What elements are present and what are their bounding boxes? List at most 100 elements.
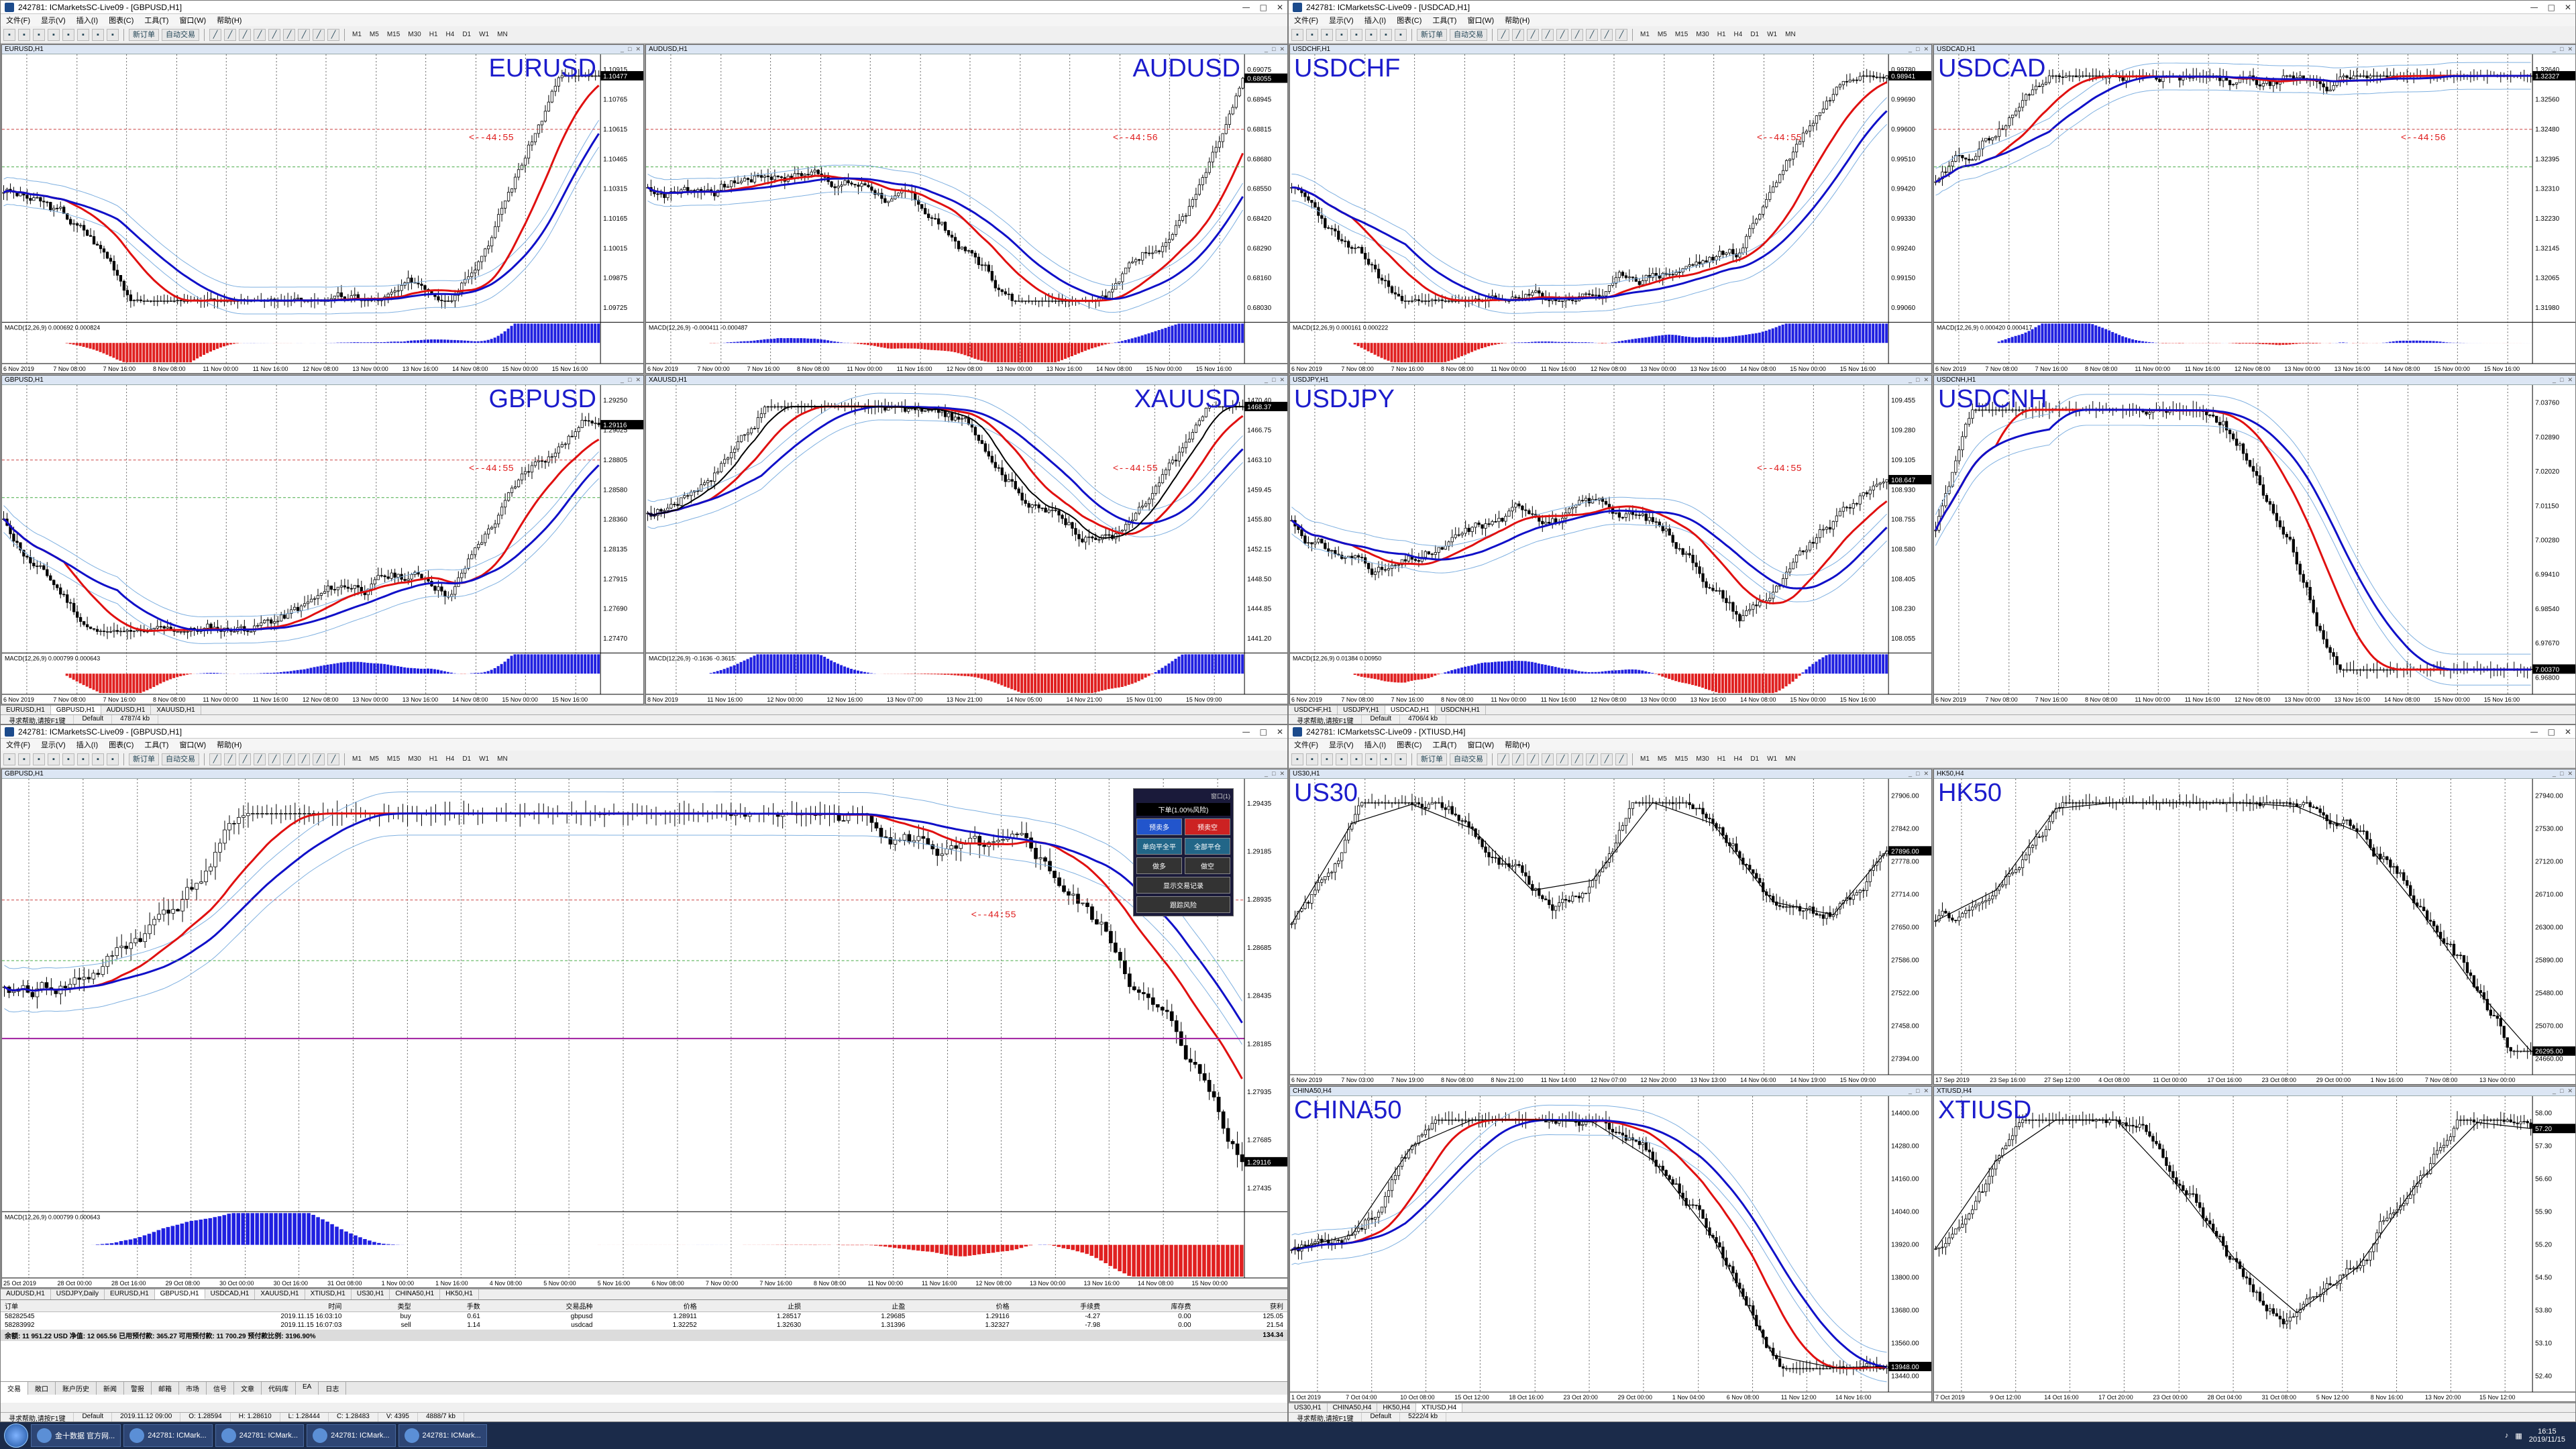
timeframe-button[interactable]: D1 [1748,31,1762,38]
channel-icon[interactable]: ╱ [283,28,295,41]
profiles-icon[interactable]: ▪ [1321,28,1333,41]
chart-pane[interactable]: USDCHF,H1 _ □ ✕ <--44:55 0.99780 0.99690 0.9960… [1289,44,1932,374]
menu-item[interactable]: 显示(V) [41,739,66,750]
arrow-icon[interactable]: ╱ [327,753,339,765]
timeframe-button[interactable]: MN [1782,31,1799,38]
menu-item[interactable]: 图表(C) [109,739,133,750]
trendline-icon[interactable]: ╱ [268,753,280,765]
hline-icon[interactable]: ╱ [1542,28,1554,41]
channel-icon[interactable]: ╱ [1571,28,1583,41]
timeframe-button[interactable]: H4 [443,755,458,763]
open-icon[interactable]: ▪ [18,753,30,765]
minimize-icon[interactable]: — [2530,3,2538,12]
timeframe-button[interactable]: M30 [405,31,423,38]
profiles-icon[interactable]: ▪ [33,753,45,765]
crosshair-icon[interactable]: ╱ [224,28,236,41]
timeframe-button[interactable]: H1 [1715,31,1729,38]
timeframe-button[interactable]: D1 [460,755,474,763]
terminal-icon[interactable]: ▪ [1380,28,1392,41]
chart-pane[interactable]: AUDUSD,H1 _ □ ✕ <--44:56 0.69075 0.68945 0.6881… [645,44,1287,374]
timeframe-button[interactable]: M1 [1638,31,1652,38]
maximize-icon[interactable]: □ [628,376,631,384]
menu-item[interactable]: 工具(T) [144,15,168,25]
text-icon[interactable]: ╱ [1601,28,1613,41]
menu-item[interactable]: 工具(T) [1432,15,1456,25]
minimize-icon[interactable]: — [1242,3,1250,12]
maximize-icon[interactable]: □ [1916,376,1919,384]
close-icon[interactable]: ✕ [1279,770,1285,777]
fibo-icon[interactable]: ╱ [1586,28,1598,41]
market-watch-icon[interactable]: ▪ [62,28,74,41]
chart-pane[interactable]: GBPUSD,H1 _ □ ✕ <--44:55 1.29435 1.29185 1.2893… [1,769,1287,1288]
maximize-icon[interactable]: □ [1260,3,1267,12]
menu-item[interactable]: 帮助(H) [217,15,241,25]
tester-icon[interactable]: ▪ [1395,28,1407,41]
new-chart-icon[interactable]: ▪ [1291,28,1303,41]
maximize-icon[interactable]: □ [2548,3,2555,12]
close-icon[interactable]: ✕ [1279,376,1285,384]
arrow-icon[interactable]: ╱ [327,28,339,41]
minimize-icon[interactable]: — [1242,727,1250,737]
chart-pane[interactable]: EURUSD,H1 _ □ ✕ <--44:55 1.10915 1.10765 1.1061… [1,44,644,374]
zoom-icon[interactable]: ▪ [1336,28,1348,41]
chart-pane[interactable]: USDCNH,H1 _ □ ✕ 7.03760 7.02890 7.02020 7.01150… [1933,375,2575,704]
open-icon[interactable]: ▪ [18,28,30,41]
timeframe-button[interactable]: M30 [1693,31,1711,38]
close-icon[interactable]: ✕ [2567,46,2573,53]
menu-item[interactable]: 帮助(H) [217,739,241,750]
menu-item[interactable]: 插入(I) [76,15,98,25]
terminal-icon[interactable]: ▪ [92,753,104,765]
hline-icon[interactable]: ╱ [254,753,266,765]
market-watch-icon[interactable]: ▪ [1350,28,1362,41]
timeframe-button[interactable]: MN [494,755,511,763]
minimize-icon[interactable]: _ [1909,376,1912,384]
close-icon[interactable]: ✕ [1923,376,1929,384]
chart-pane[interactable]: XAUUSD,H1 _ □ ✕ <--44:55 1470.40 1466.75 1463.1… [645,375,1287,704]
menu-item[interactable]: 工具(T) [144,739,168,750]
timeframe-button[interactable]: M30 [405,755,423,763]
minimize-icon[interactable]: _ [1265,46,1268,53]
terminal-icon[interactable]: ▪ [92,28,104,41]
menu-item[interactable]: 窗口(W) [179,739,206,750]
open-icon[interactable]: ▪ [1306,28,1318,41]
timeframe-button[interactable]: H4 [1731,31,1746,38]
timeframe-button[interactable]: M1 [350,31,364,38]
chart-pane[interactable]: USDCAD,H1 _ □ ✕ <--44:56 1.32640 1.32560 1.3248… [1933,44,2575,374]
market-watch-icon[interactable]: ▪ [62,753,74,765]
timeframe-button[interactable]: M5 [1655,31,1670,38]
new-order-button[interactable]: 新订单 [1417,28,1447,41]
profiles-icon[interactable]: ▪ [33,28,45,41]
menu-item[interactable]: 图表(C) [109,15,133,25]
tester-icon[interactable]: ▪ [107,28,119,41]
arrow-icon[interactable]: ╱ [1615,28,1627,41]
tester-icon[interactable]: ▪ [107,753,119,765]
maximize-icon[interactable]: □ [2560,376,2563,384]
menu-item[interactable]: 窗口(W) [179,15,206,25]
text-icon[interactable]: ╱ [313,753,325,765]
menu-item[interactable]: 帮助(H) [1505,15,1529,25]
timeframe-button[interactable]: M15 [1672,31,1690,38]
maximize-icon[interactable]: □ [628,46,631,53]
hline-icon[interactable]: ╱ [254,28,266,41]
vline-icon[interactable]: ╱ [239,753,251,765]
new-order-button[interactable]: 新订单 [129,28,159,41]
chart-pane[interactable]: GBPUSD,H1 _ □ ✕ <--44:55 1.29250 1.29025 1.2880… [1,375,644,704]
timeframe-button[interactable]: W1 [1764,31,1780,38]
timeframe-button[interactable]: M1 [350,755,364,763]
navigator-icon[interactable]: ▪ [1365,28,1377,41]
minimize-icon[interactable]: _ [621,376,624,384]
autotrade-button[interactable]: 自动交易 [162,28,199,41]
chart-pane[interactable]: USDJPY,H1 _ □ ✕ <--44:55 109.455 109.280 109.10… [1289,375,1932,704]
text-icon[interactable]: ╱ [313,28,325,41]
navigator-icon[interactable]: ▪ [77,28,89,41]
menu-item[interactable]: 图表(C) [1397,15,1421,25]
menu-item[interactable]: 显示(V) [1329,15,1354,25]
maximize-icon[interactable]: □ [1272,376,1275,384]
close-icon[interactable]: ✕ [635,46,641,53]
close-icon[interactable]: ✕ [2565,3,2571,12]
channel-icon[interactable]: ╱ [283,753,295,765]
minimize-icon[interactable]: _ [2553,376,2556,384]
menu-item[interactable]: 窗口(W) [1467,15,1494,25]
fibo-icon[interactable]: ╱ [298,28,310,41]
zoom-icon[interactable]: ▪ [48,753,60,765]
